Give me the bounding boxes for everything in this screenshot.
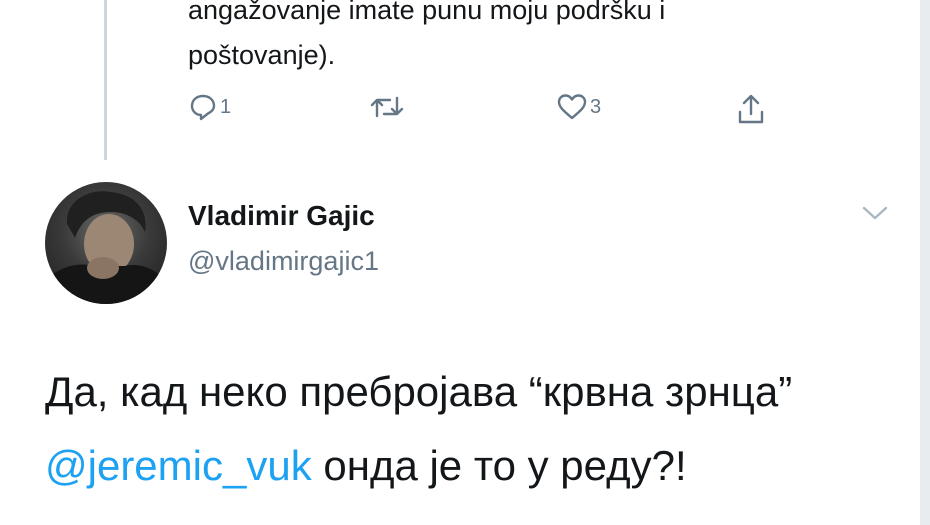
avatar-image — [45, 191, 167, 304]
like-count: 3 — [590, 95, 602, 118]
share-icon — [736, 92, 766, 126]
tweet-text-part-1: Да, кад неко пребројава “крвна зрнца” — [45, 368, 793, 415]
reply-count: 1 — [220, 95, 232, 118]
tweet-actions: 1 3 — [188, 92, 808, 132]
previous-tweet-text: angažovanje imate punu moju podršku i po… — [188, 0, 908, 78]
previous-tweet-line-1: angažovanje imate punu moju podršku i — [188, 0, 666, 25]
tweet-menu-button[interactable] — [860, 204, 890, 227]
chevron-down-icon — [860, 206, 890, 226]
tweet-text: Да, кад неко пребројава “крвна зрнца” @j… — [45, 355, 895, 503]
author-name[interactable]: Vladimir Gajic — [188, 200, 375, 232]
scroll-edge — [920, 0, 930, 525]
tweet-text-part-2: онда је то у реду?! — [311, 442, 687, 489]
author-handle[interactable]: @vladimirgajic1 — [188, 246, 379, 277]
mention-link[interactable]: @jeremic_vuk — [45, 442, 312, 489]
avatar[interactable] — [45, 182, 167, 304]
heart-icon — [556, 92, 588, 122]
reply-button[interactable]: 1 — [188, 92, 231, 122]
previous-tweet-line-2: poštovanje). — [188, 40, 336, 70]
reply-icon — [188, 92, 218, 122]
like-button[interactable]: 3 — [556, 92, 601, 122]
thread-line — [104, 0, 107, 160]
retweet-icon — [368, 92, 406, 122]
retweet-button[interactable] — [368, 92, 406, 122]
share-button[interactable] — [736, 92, 766, 126]
